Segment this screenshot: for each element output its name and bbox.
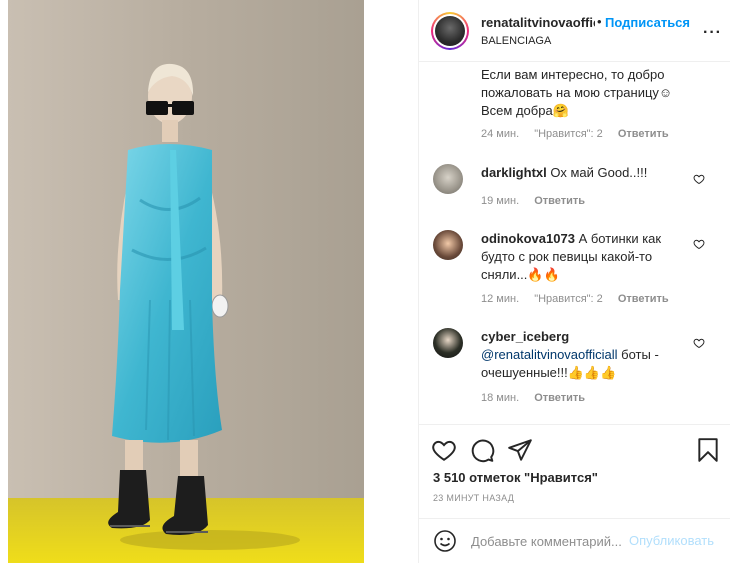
- commenter-avatar[interactable]: [433, 328, 463, 358]
- post-timestamp[interactable]: 23 МИНУТ НАЗАД: [433, 493, 514, 503]
- comment-line: Если вам интересно, то добро: [481, 67, 665, 82]
- publish-button[interactable]: Опубликовать: [629, 533, 714, 548]
- likes-count[interactable]: 3 510 отметок "Нравится": [433, 470, 598, 485]
- comment-body: Ох май Good..!!!: [550, 165, 648, 180]
- comment-meta: 19 мин. Ответить: [481, 195, 597, 207]
- avatar-ring: [433, 14, 467, 48]
- comment-time[interactable]: 19 мин.: [481, 195, 519, 207]
- reply-button[interactable]: Ответить: [618, 293, 669, 305]
- comment-like-heart-icon[interactable]: [693, 337, 705, 349]
- follow-button[interactable]: Подписаться: [605, 15, 690, 30]
- comment-text: Если вам интересно, то добро пожаловать …: [481, 66, 672, 120]
- separator-dot: •: [597, 14, 602, 29]
- post-image: [0, 0, 418, 563]
- post-photo[interactable]: [0, 0, 418, 563]
- comment-icon[interactable]: [469, 437, 495, 463]
- post-details-panel: renatalitvinovaofficial • Подписаться BA…: [418, 0, 730, 563]
- comment-time[interactable]: 18 мин.: [481, 392, 519, 404]
- comment-text: darklightxl Ох май Good..!!!: [481, 164, 647, 182]
- add-comment-bar: Опубликовать: [419, 518, 730, 563]
- comment-time[interactable]: 12 мин.: [481, 293, 519, 305]
- comment-meta: 24 мин. "Нравится": 2 Ответить: [481, 128, 681, 140]
- comment-likes[interactable]: "Нравится": 2: [534, 128, 603, 140]
- reply-button[interactable]: Ответить: [618, 128, 669, 140]
- post-header: renatalitvinovaofficial • Подписаться BA…: [419, 0, 730, 62]
- commenter-avatar[interactable]: [433, 230, 463, 260]
- author-username[interactable]: renatalitvinovaofficial: [481, 15, 595, 30]
- comment-line: Всем добра🤗: [481, 103, 569, 118]
- comment-line: А ботинки как: [578, 231, 662, 246]
- post-location[interactable]: BALENCIAGA: [481, 35, 551, 47]
- commenter-username[interactable]: darklightxl: [481, 165, 547, 180]
- post-actions: [419, 424, 730, 474]
- comment-line: пожаловать на мою страницу☺: [481, 85, 673, 100]
- comment-line: сняли...🔥🔥: [481, 267, 560, 282]
- reply-button[interactable]: Ответить: [534, 392, 585, 404]
- author-avatar[interactable]: [431, 12, 469, 50]
- comment-line: очешуенные!!!👍👍👍: [481, 365, 617, 380]
- commenter-username[interactable]: odinokova1073: [481, 231, 575, 246]
- comment-input[interactable]: [471, 531, 621, 551]
- comment-body: боты -: [617, 347, 659, 362]
- emoji-icon[interactable]: [433, 529, 457, 553]
- comment-meta: 18 мин. Ответить: [481, 392, 597, 404]
- comments-list[interactable]: Если вам интересно, то добро пожаловать …: [419, 62, 730, 424]
- heart-icon[interactable]: [431, 437, 457, 463]
- comment-line: будто с рок певицы какой-то: [481, 249, 653, 264]
- comment-meta: 12 мин. "Нравится": 2 Ответить: [481, 293, 681, 305]
- comment-likes[interactable]: "Нравится": 2: [534, 293, 603, 305]
- bookmark-icon[interactable]: [695, 437, 721, 463]
- comment-like-heart-icon[interactable]: [693, 238, 705, 250]
- share-icon[interactable]: [507, 437, 533, 463]
- avatar-image: [435, 16, 465, 46]
- commenter-username[interactable]: cyber_iceberg: [481, 328, 659, 346]
- more-dots-icon[interactable]: ···: [703, 24, 722, 42]
- comment-text: cyber_iceberg @renatalitvinovaofficiall …: [481, 328, 659, 382]
- mention-link[interactable]: @renatalitvinovaofficiall: [481, 347, 618, 362]
- comment-like-heart-icon[interactable]: [693, 173, 705, 185]
- reply-button[interactable]: Ответить: [534, 195, 585, 207]
- comment-time[interactable]: 24 мин.: [481, 128, 519, 140]
- commenter-avatar[interactable]: [433, 164, 463, 194]
- comment-text: odinokova1073 А ботинки как будто с рок …: [481, 230, 661, 284]
